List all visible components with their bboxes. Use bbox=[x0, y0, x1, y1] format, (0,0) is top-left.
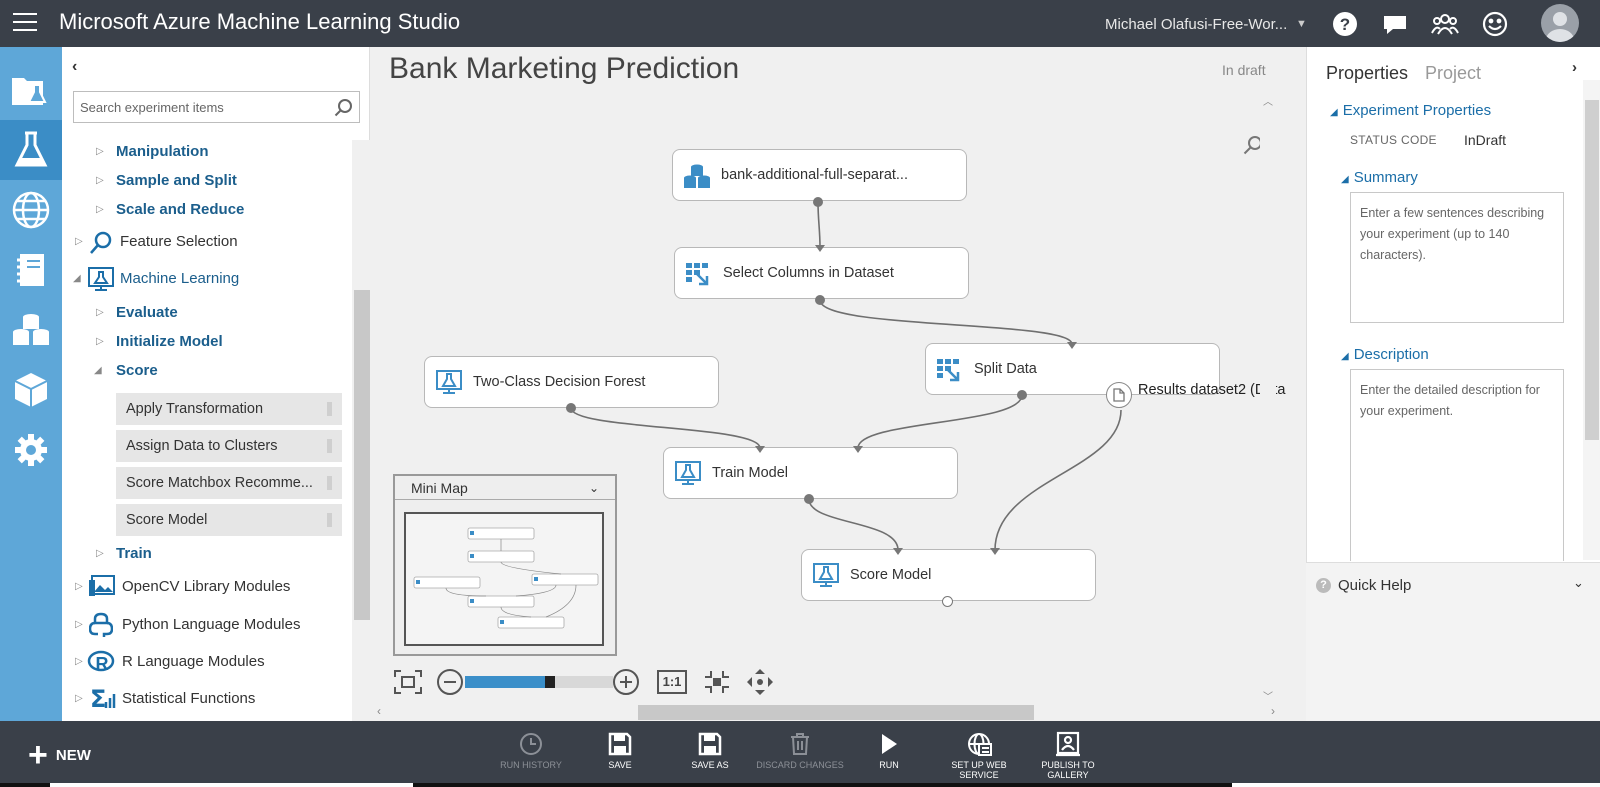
summary-field[interactable]: Enter a few sentences describing your ex… bbox=[1350, 192, 1564, 323]
pan-icon[interactable] bbox=[746, 668, 774, 701]
status-code-label: STATUS CODE bbox=[1350, 133, 1437, 147]
input-port[interactable] bbox=[990, 548, 1000, 555]
fit-to-screen-icon[interactable] bbox=[393, 669, 423, 700]
trash-icon bbox=[756, 731, 844, 757]
module-two-class-decision-forest[interactable]: Two-Class Decision Forest bbox=[424, 356, 719, 408]
canvas-vertical-scrollbar[interactable]: ︿ ﹀ bbox=[1260, 93, 1276, 703]
output-port[interactable] bbox=[804, 494, 814, 504]
set-up-web-service-button[interactable]: SET UP WEB SERVICE bbox=[935, 731, 1023, 780]
collapse-triangle-icon: ◢ bbox=[1330, 107, 1338, 118]
section-experiment-properties[interactable]: ◢ Experiment Properties bbox=[1330, 102, 1491, 119]
module-score-model[interactable]: Score Model bbox=[801, 549, 1096, 601]
collapse-properties-icon[interactable]: › bbox=[1572, 59, 1577, 76]
description-field[interactable]: Enter the detailed description for your … bbox=[1350, 369, 1564, 561]
zoom-slider-fill bbox=[465, 676, 545, 688]
output-port[interactable] bbox=[942, 596, 953, 607]
zoom-in-icon[interactable] bbox=[612, 668, 640, 701]
canvas-horizontal-scrollbar[interactable]: ‹ › bbox=[376, 704, 1276, 721]
plus-icon: + bbox=[28, 736, 48, 774]
quick-help-label[interactable]: Quick Help bbox=[1338, 577, 1411, 594]
discard-changes-button[interactable]: DISCARD CHANGES bbox=[756, 731, 844, 770]
machine-learning-icon bbox=[812, 562, 840, 590]
zoom-out-icon[interactable] bbox=[436, 668, 464, 701]
output-port[interactable] bbox=[813, 197, 823, 207]
save-icon bbox=[576, 731, 664, 757]
split-data-icon bbox=[936, 356, 964, 384]
status-code-value: InDraft bbox=[1464, 132, 1507, 148]
output-port[interactable] bbox=[815, 295, 825, 305]
input-port[interactable] bbox=[893, 548, 903, 555]
input-port[interactable] bbox=[853, 446, 863, 453]
bottom-edge bbox=[0, 783, 1600, 787]
input-port[interactable] bbox=[815, 245, 825, 252]
zoom-to-fit-icon[interactable] bbox=[703, 669, 731, 700]
tab-properties[interactable]: Properties bbox=[1326, 63, 1408, 84]
chevron-down-icon[interactable]: ⌄ bbox=[1573, 575, 1584, 591]
tab-project[interactable]: Project bbox=[1425, 63, 1481, 84]
publish-to-gallery-button[interactable]: PUBLISH TO GALLERY bbox=[1024, 731, 1112, 780]
section-summary[interactable]: ◢ Summary bbox=[1341, 169, 1418, 186]
input-port[interactable] bbox=[1067, 342, 1077, 349]
output-port[interactable] bbox=[1017, 390, 1027, 400]
dataset-icon bbox=[683, 162, 711, 190]
actual-size-button[interactable]: 1:1 bbox=[657, 670, 687, 694]
mini-map-viewport[interactable] bbox=[404, 512, 604, 646]
properties-scrollbar[interactable] bbox=[1583, 80, 1600, 560]
module-select-columns[interactable]: Select Columns in Dataset bbox=[674, 247, 969, 299]
run-history-button[interactable]: RUN HISTORY bbox=[487, 731, 575, 770]
clock-icon bbox=[487, 731, 575, 757]
output-port-results[interactable] bbox=[1106, 382, 1132, 408]
module-dataset[interactable]: bank-additional-full-separat... bbox=[672, 149, 967, 201]
output-port[interactable] bbox=[566, 403, 576, 413]
select-columns-icon bbox=[685, 260, 713, 288]
machine-learning-icon bbox=[435, 369, 463, 397]
help-icon: ? bbox=[1316, 578, 1331, 593]
section-description[interactable]: ◢ Description bbox=[1341, 346, 1429, 363]
save-as-button[interactable]: SAVE AS bbox=[666, 731, 754, 770]
zoom-slider[interactable] bbox=[465, 676, 613, 688]
collapse-triangle-icon: ◢ bbox=[1341, 351, 1349, 362]
collapse-triangle-icon: ◢ bbox=[1341, 174, 1349, 185]
input-port[interactable] bbox=[755, 446, 765, 453]
new-button[interactable]: + NEW bbox=[28, 736, 91, 774]
zoom-slider-thumb[interactable] bbox=[544, 676, 555, 688]
web-service-icon bbox=[935, 731, 1023, 757]
mini-map-header[interactable]: Mini Map ⌄ bbox=[395, 476, 615, 500]
module-train-model[interactable]: Train Model bbox=[663, 447, 958, 499]
gallery-icon bbox=[1024, 731, 1112, 757]
save-as-icon bbox=[666, 731, 754, 757]
play-icon bbox=[845, 731, 933, 757]
mini-map[interactable]: Mini Map ⌄ bbox=[393, 474, 617, 656]
save-button[interactable]: SAVE bbox=[576, 731, 664, 770]
machine-learning-icon bbox=[674, 460, 702, 488]
run-button[interactable]: RUN bbox=[845, 731, 933, 770]
chevron-down-icon[interactable]: ⌄ bbox=[589, 476, 599, 500]
